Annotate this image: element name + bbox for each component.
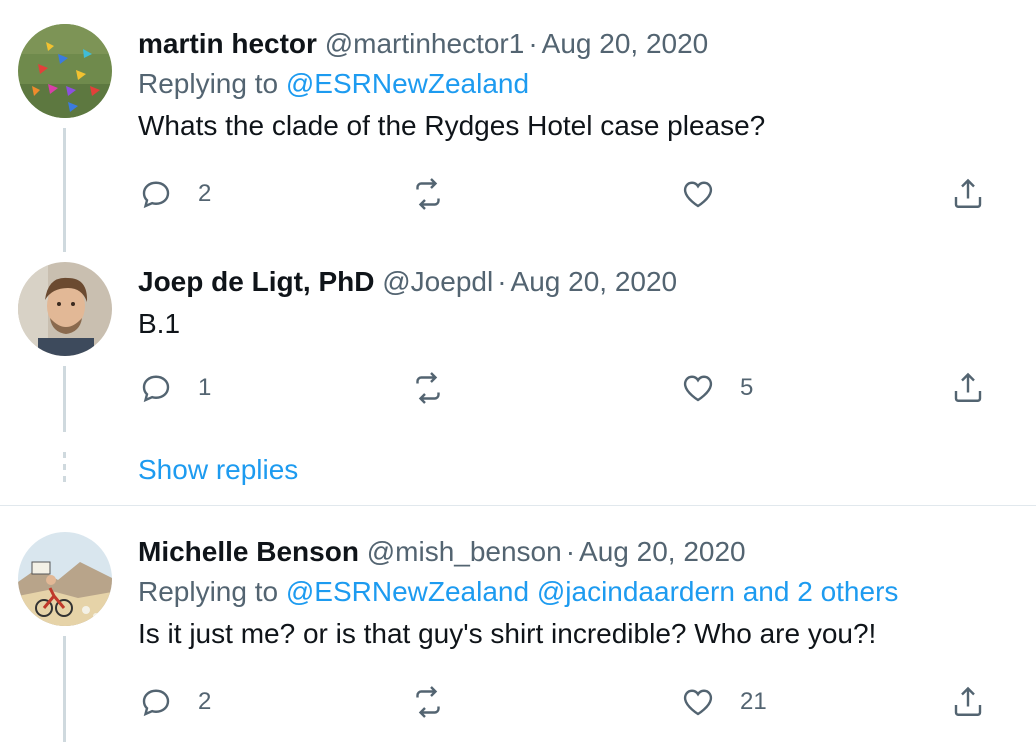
like-icon — [683, 181, 713, 208]
tweet[interactable]: martin hector @martinhector1 · Aug 20, 202… — [138, 24, 996, 210]
avatar[interactable] — [18, 262, 112, 356]
reply-icon — [142, 181, 170, 209]
tweet-text: Is it just me? or is that guy's shirt in… — [138, 618, 877, 649]
separator: · — [497, 266, 507, 297]
tweet-text: Whats the clade of the Rydges Hotel case… — [138, 110, 766, 141]
retweet-icon — [416, 178, 440, 210]
author-name[interactable]: Michelle Benson — [138, 536, 359, 567]
reply-count: 2 — [198, 180, 212, 207]
tweet-date[interactable]: Aug 20, 2020 — [542, 28, 709, 59]
replying-prefix: Replying to — [138, 576, 279, 607]
tweet-header: Joep de Ligt, PhD @Joepdl · Aug 20, 2020 — [138, 262, 996, 302]
tweet-text: B.1 — [138, 308, 181, 339]
share-icon — [954, 686, 982, 716]
tweet-actions: 1 5 — [138, 366, 1036, 410]
show-replies-link[interactable]: Show replies — [138, 450, 298, 490]
author-handle[interactable]: @martinhector1 — [325, 28, 525, 59]
reply-icon — [142, 375, 170, 403]
mention-link[interactable]: @ESRNewZealand — [286, 68, 529, 99]
thread-line — [63, 366, 66, 432]
like-button[interactable]: 21 — [680, 680, 767, 724]
share-button[interactable] — [950, 680, 986, 724]
reply-button[interactable]: 1 — [138, 366, 211, 410]
share-icon — [954, 372, 982, 402]
retweet-button[interactable] — [410, 680, 470, 724]
separator: · — [565, 536, 576, 567]
reply-button[interactable]: 2 — [138, 680, 211, 724]
like-button[interactable] — [680, 172, 740, 216]
share-button[interactable] — [950, 172, 986, 216]
like-count: 5 — [740, 374, 754, 401]
separator: · — [528, 28, 538, 59]
reply-count: 1 — [198, 374, 212, 401]
like-icon — [683, 689, 713, 716]
tweet[interactable]: Joep de Ligt, PhD @Joepdl · Aug 20, 2020 B… — [138, 262, 996, 404]
like-icon — [683, 375, 713, 402]
avatar[interactable] — [18, 532, 112, 626]
tweet[interactable]: Michelle Benson @mish_benson · Aug 20, 202… — [138, 532, 996, 718]
author-name[interactable]: Joep de Ligt, PhD — [138, 266, 374, 297]
share-icon — [954, 178, 982, 208]
divider — [0, 505, 1036, 506]
tweet-header: Michelle Benson @mish_benson · Aug 20, 202… — [138, 532, 996, 572]
retweet-button[interactable] — [410, 366, 470, 410]
reply-icon — [142, 689, 170, 717]
reply-button[interactable]: 2 — [138, 172, 211, 216]
tweet-actions: 2 — [138, 172, 1036, 216]
replying-to: Replying to @ESRNewZealand — [138, 64, 996, 104]
author-name[interactable]: martin hector — [138, 28, 317, 59]
like-button[interactable]: 5 — [680, 366, 753, 410]
author-handle[interactable]: @mish_benson — [367, 536, 562, 567]
like-count: 21 — [740, 688, 767, 715]
retweet-icon — [416, 686, 440, 718]
tweet-date[interactable]: Aug 20, 2020 — [511, 266, 678, 297]
reply-count: 2 — [198, 688, 212, 715]
thread-line — [63, 636, 66, 742]
tweet-header: martin hector @martinhector1 · Aug 20, 202… — [138, 24, 996, 64]
thread-line — [63, 128, 66, 252]
replying-prefix: Replying to — [138, 68, 279, 99]
tweet-actions: 2 21 — [138, 680, 1036, 724]
retweet-button[interactable] — [410, 172, 470, 216]
author-handle[interactable]: @Joepdl — [382, 266, 493, 297]
tweet-date[interactable]: Aug 20, 2020 — [579, 536, 746, 567]
mention-link[interactable]: @ESRNewZealand @jacindaardern and 2 othe… — [286, 576, 899, 607]
share-button[interactable] — [950, 366, 986, 410]
retweet-icon — [416, 372, 440, 404]
avatar[interactable] — [18, 24, 112, 118]
thread-gap-dots — [63, 452, 66, 488]
replying-to: Replying to @ESRNewZealand @jacindaarder… — [138, 572, 996, 612]
